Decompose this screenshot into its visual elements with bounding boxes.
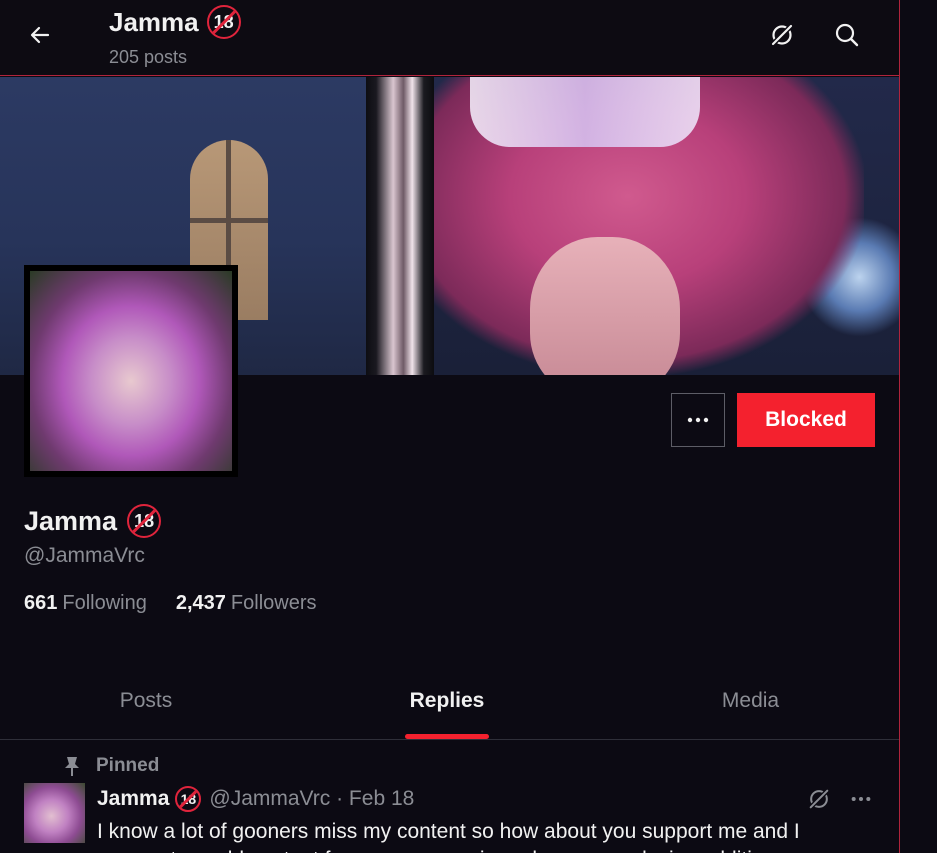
profile-handle: @JammaVrc — [24, 544, 145, 567]
top-bar: Jamma 18 205 posts — [0, 0, 899, 76]
post-text-line-1: I know a lot of gooners miss my content … — [97, 820, 800, 843]
post-more-button[interactable] — [846, 784, 876, 814]
header-title: Jamma 18 — [109, 5, 241, 39]
post-handle-date[interactable]: @JammaVrc · Feb 18 — [209, 787, 414, 811]
avatar-image — [30, 271, 232, 471]
profile-tabs: Posts Replies Media — [0, 662, 899, 740]
banner-heart-crown — [470, 77, 700, 147]
followers-count: 2,437 — [175, 592, 226, 614]
more-horizontal-icon — [687, 417, 709, 423]
post-header: Jamma 18 @JammaVrc · Feb 18 — [97, 786, 414, 812]
age-restricted-icon: 18 — [175, 786, 202, 812]
more-horizontal-icon — [851, 796, 871, 802]
post-author-name[interactable]: Jamma — [97, 787, 169, 811]
pinned-indicator: Pinned — [62, 754, 159, 778]
banner-character-face — [530, 237, 680, 375]
profile-column: Jamma 18 205 posts Blocked Jamma 18 @Jam… — [0, 0, 900, 853]
right-gutter — [900, 0, 937, 853]
followers-link[interactable]: 2,437 Followers — [176, 592, 317, 615]
post-count: 205 posts — [109, 47, 188, 67]
following-count: 661 — [24, 592, 58, 614]
grok-button[interactable] — [764, 17, 800, 53]
grok-icon — [771, 24, 793, 46]
arrow-left-icon — [30, 26, 50, 44]
followers-label: Followers — [230, 592, 317, 614]
more-options-button[interactable] — [671, 393, 725, 447]
profile-avatar[interactable] — [24, 265, 238, 477]
grok-icon — [809, 789, 829, 809]
age-restricted-icon: 18 — [127, 504, 162, 538]
blocked-button[interactable]: Blocked — [737, 393, 875, 447]
banner-pole — [366, 77, 434, 375]
profile-display-name: Jamma — [24, 505, 118, 536]
pin-icon — [65, 757, 79, 776]
search-button[interactable] — [829, 17, 865, 53]
profile-name: Jamma 18 — [24, 503, 162, 539]
active-tab-indicator — [405, 734, 489, 739]
post-author-avatar[interactable] — [24, 783, 85, 843]
following-link[interactable]: 661 Following — [24, 592, 147, 615]
profile-stats: 661 Following 2,437 Followers — [24, 592, 317, 615]
post-grok-button[interactable] — [804, 784, 834, 814]
header-name: Jamma — [109, 6, 199, 37]
tab-media[interactable]: Media — [602, 662, 899, 740]
tab-replies[interactable]: Replies — [292, 662, 602, 740]
search-icon — [835, 23, 859, 47]
tab-posts[interactable]: Posts — [0, 662, 292, 740]
back-button[interactable] — [22, 20, 58, 50]
following-label: Following — [62, 592, 147, 614]
post-text-line-2: can post my old content for you guys aga… — [97, 846, 887, 853]
pinned-label: Pinned — [96, 755, 160, 776]
age-restricted-icon: 18 — [206, 5, 241, 39]
